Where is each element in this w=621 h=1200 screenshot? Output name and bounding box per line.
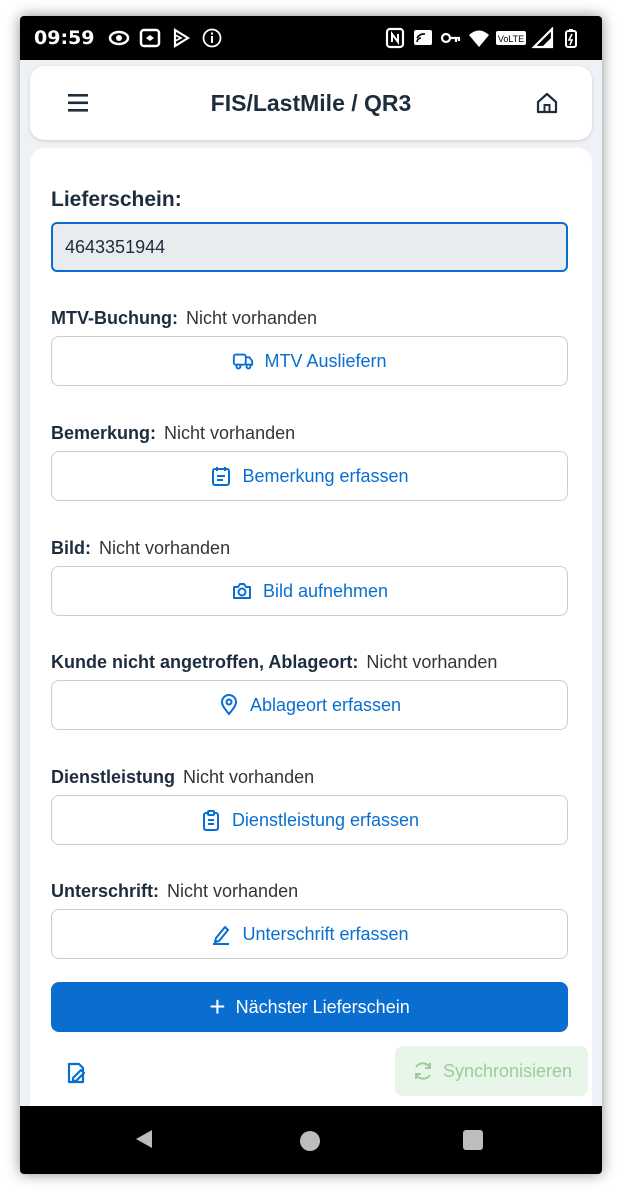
svg-text:VoLTE: VoLTE (498, 34, 524, 44)
cast-icon (139, 27, 161, 49)
unterschrift-button-label: Unterschrift erfassen (242, 923, 409, 944)
ablageort-label: Kunde nicht angetroffen, Ablageort: (51, 652, 359, 672)
unterschrift-label: Unterschrift: (51, 881, 160, 901)
mtv-status: Nicht vorhanden (185, 308, 318, 328)
plus-icon: + (209, 991, 226, 1022)
naechster-lieferschein-button[interactable]: + Nächster Lieferschein (51, 982, 568, 1032)
synchronisieren-button[interactable]: Synchronisieren (395, 1046, 588, 1096)
clipboard-icon (200, 809, 222, 831)
mtv-ausliefern-button[interactable]: MTV Ausliefern (51, 336, 568, 386)
vpn-key-icon (440, 27, 462, 49)
unterschrift-erfassen-button[interactable]: Unterschrift erfassen (51, 909, 568, 959)
ablageort-button-label: Ablageort erfassen (249, 694, 402, 715)
phone-screen: 09:59 VoLTE FIS/LastMile / QR3 Liefersch… (20, 16, 602, 1174)
sync-icon (411, 1059, 435, 1083)
nav-home-icon[interactable] (300, 1131, 320, 1151)
eye-icon (108, 27, 130, 49)
dienstleistung-label: Dienstleistung (51, 767, 176, 787)
info-icon (201, 27, 223, 49)
lieferschein-label: Lieferschein: (51, 188, 182, 211)
bemerkung-status: Nicht vorhanden (164, 423, 296, 443)
bild-row-label: Bild: Nicht vorhanden (51, 538, 230, 559)
status-time: 09:59 (34, 27, 95, 49)
home-icon[interactable] (532, 88, 562, 118)
bemerkung-button-label: Bemerkung erfassen (242, 465, 409, 486)
signal-icon (532, 27, 554, 49)
bild-aufnehmen-button[interactable]: Bild aufnehmen (51, 566, 568, 616)
play-icon (170, 27, 192, 49)
battery-icon (560, 27, 582, 49)
hamburger-icon[interactable] (64, 90, 94, 116)
bemerkung-label: Bemerkung: (51, 423, 157, 443)
pen-signature-icon (210, 923, 232, 945)
app-header: FIS/LastMile / QR3 (30, 66, 592, 140)
nav-back-icon[interactable] (134, 1128, 154, 1155)
android-nav-bar (20, 1106, 602, 1174)
unterschrift-status: Nicht vorhanden (167, 881, 299, 901)
ablageort-row-label: Kunde nicht angetroffen, Ablageort: Nicht… (51, 652, 497, 673)
lieferschein-input[interactable] (51, 222, 568, 272)
ablageort-erfassen-button[interactable]: Ablageort erfassen (51, 680, 568, 730)
wifi-icon (468, 27, 490, 49)
location-pin-icon (218, 694, 240, 716)
bild-status: Nicht vorhanden (99, 538, 231, 558)
mtv-label: MTV-Buchung: (51, 308, 178, 328)
dienstleistung-status: Nicht vorhanden (183, 767, 315, 787)
truck-icon (232, 350, 254, 372)
volte-icon: VoLTE (496, 27, 526, 49)
synchronisieren-label: Synchronisieren (442, 1060, 573, 1081)
nfc-icon (384, 27, 406, 49)
unterschrift-row-label: Unterschrift: Nicht vorhanden (51, 881, 298, 902)
ablageort-status: Nicht vorhanden (366, 652, 498, 672)
delivery-form: Lieferschein: MTV-Buchung: Nicht vorhande… (30, 148, 592, 1108)
screencast-icon (412, 27, 434, 49)
mtv-row-label: MTV-Buchung: Nicht vorhanden (51, 308, 317, 329)
bemerkung-row-label: Bemerkung: Nicht vorhanden (51, 423, 295, 444)
page-title: FIS/LastMile / QR3 (210, 89, 412, 116)
status-bar: 09:59 VoLTE (20, 16, 602, 60)
bemerkung-erfassen-button[interactable]: Bemerkung erfassen (51, 451, 568, 501)
camera-icon (231, 580, 253, 602)
naechster-lieferschein-label: Nächster Lieferschein (235, 996, 410, 1017)
bild-label: Bild: (51, 538, 91, 558)
edit-document-icon[interactable] (64, 1060, 90, 1086)
dienstleistung-row-label: Dienstleistung Nicht vorhanden (51, 767, 314, 788)
dienstleistung-erfassen-button[interactable]: Dienstleistung erfassen (51, 795, 568, 845)
calendar-note-icon (210, 465, 232, 487)
dienstleistung-button-label: Dienstleistung erfassen (231, 809, 420, 830)
mtv-button-label: MTV Ausliefern (264, 350, 387, 371)
nav-recents-icon[interactable] (463, 1130, 483, 1150)
bild-button-label: Bild aufnehmen (262, 580, 389, 601)
